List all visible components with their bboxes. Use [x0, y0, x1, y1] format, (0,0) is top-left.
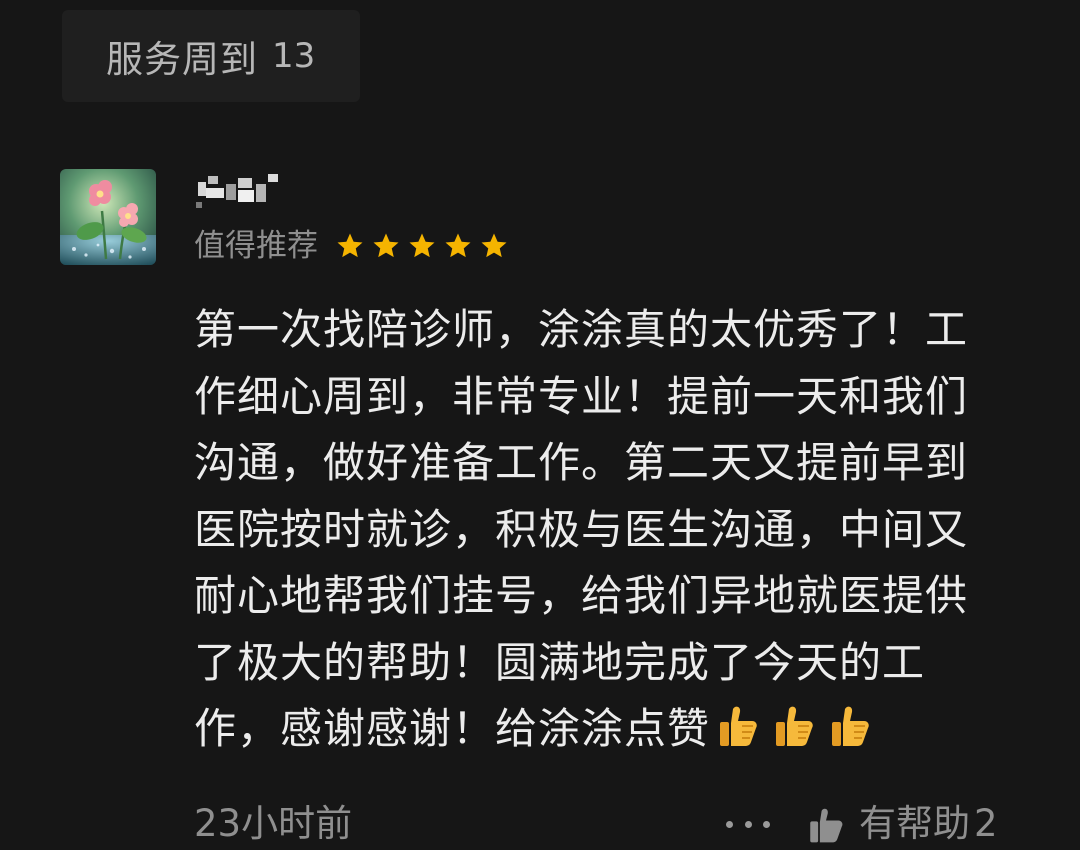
more-options-button[interactable]: [726, 802, 770, 846]
review-body: 第一次找陪诊师，涂涂真的太优秀了！工作细心周到，非常专业！提前一天和我们沟通，做…: [194, 297, 1004, 763]
username-redacted[interactable]: [194, 170, 282, 214]
helpful-button[interactable]: 有帮助 2: [805, 798, 998, 850]
thumbs-up-emojis: [714, 701, 874, 749]
thumbs-up-emoji-icon: [770, 701, 818, 749]
rating-label: 值得推荐: [194, 228, 318, 264]
thumbs-up-icon: [805, 803, 847, 845]
star-icon: [370, 231, 402, 261]
star-icon: [406, 231, 438, 261]
review-text: 第一次找陪诊师，涂涂真的太优秀了！工作细心周到，非常专业！提前一天和我们沟通，做…: [194, 305, 969, 753]
thumbs-up-emoji-icon: [714, 701, 762, 749]
rating-row: 值得推荐: [194, 222, 510, 270]
avatar[interactable]: [60, 169, 156, 265]
more-dot: [726, 820, 733, 828]
star-icon: [334, 231, 366, 261]
star-icon: [442, 231, 474, 261]
tag-label: 服务周到: [106, 38, 258, 81]
thumbs-up-emoji-icon: [826, 701, 874, 749]
helpful-count: 2: [974, 802, 998, 845]
star-rating: [334, 231, 510, 261]
helpful-label: 有帮助: [859, 802, 970, 845]
tag-count: 13: [272, 36, 316, 76]
more-dot: [744, 820, 752, 828]
review-time: 23小时前: [194, 802, 353, 845]
star-icon: [478, 231, 510, 261]
more-dot: [763, 820, 770, 828]
tag-chip-service[interactable]: 服务周到 13: [62, 10, 360, 102]
